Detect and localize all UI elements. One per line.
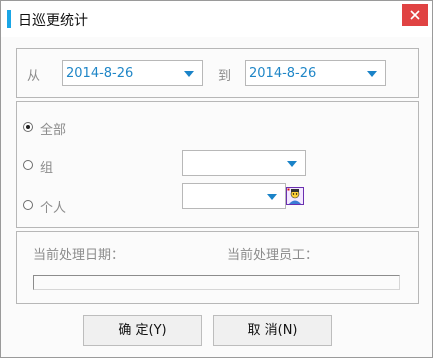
dialog-window: 日巡更统计 从 2014-8-26 到 2014-8-26 全部 组 个人 当前…: [0, 0, 433, 358]
radio-group[interactable]: [23, 160, 33, 170]
window-title: 日巡更统计: [18, 13, 88, 29]
radio-all[interactable]: [23, 122, 33, 132]
progress-bar: [33, 275, 400, 290]
status-group: [16, 231, 419, 304]
radio-group-label[interactable]: 组: [40, 157, 53, 176]
radio-all-label[interactable]: 全部: [40, 119, 66, 138]
group-select[interactable]: [182, 150, 306, 176]
from-date-picker[interactable]: 2014-8-26: [62, 60, 203, 86]
title-bar[interactable]: 日巡更统计: [1, 1, 432, 37]
to-date-picker[interactable]: 2014-8-26: [245, 60, 386, 86]
current-staff-label: 当前处理员工：: [227, 248, 319, 263]
to-label: 到: [218, 69, 232, 84]
chevron-down-icon[interactable]: [367, 71, 377, 77]
current-date-label: 当前处理日期：: [33, 248, 125, 263]
radio-person-label[interactable]: 个人: [40, 197, 66, 216]
from-label: 从: [27, 69, 41, 84]
close-button[interactable]: [402, 4, 428, 26]
chevron-down-icon[interactable]: [184, 71, 194, 77]
person-select[interactable]: [182, 183, 286, 209]
chevron-down-icon[interactable]: [287, 161, 297, 167]
to-date-value: 2014-8-26: [249, 66, 317, 81]
ok-button[interactable]: 确 定(Y): [83, 315, 202, 346]
from-date-value: 2014-8-26: [66, 66, 134, 81]
radio-person[interactable]: [23, 200, 33, 210]
person-icon[interactable]: [286, 187, 304, 205]
title-accent-bar: [7, 10, 11, 28]
close-icon: [410, 10, 420, 20]
chevron-down-icon[interactable]: [267, 194, 277, 200]
cancel-button[interactable]: 取 消(N): [213, 315, 332, 346]
